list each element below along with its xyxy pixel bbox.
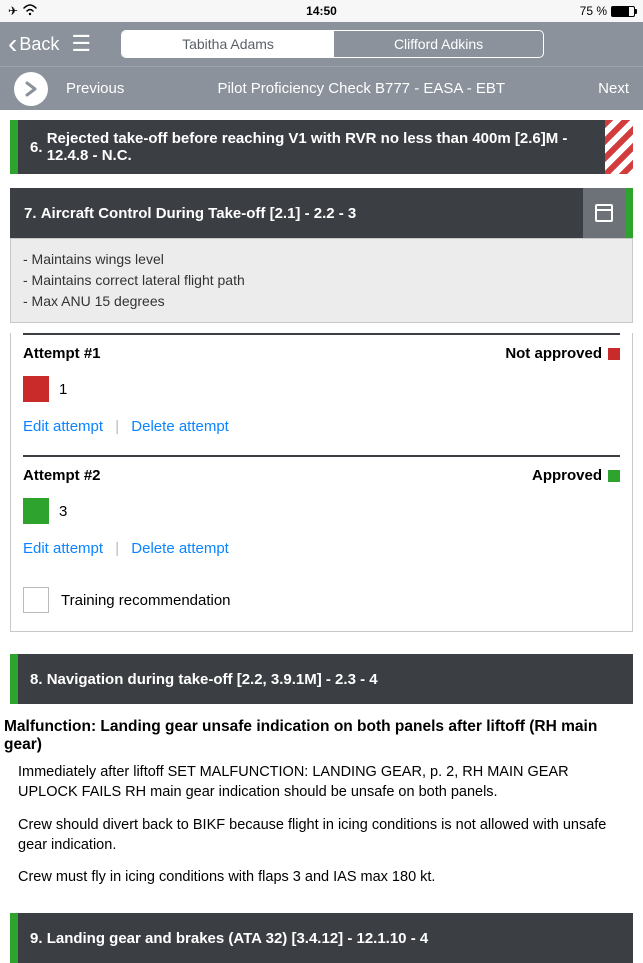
previous-button[interactable]: Previous — [66, 80, 124, 97]
status-bar: ✈︎ 14:50 75 % — [0, 0, 643, 22]
attempt-1-score-indicator — [23, 376, 49, 402]
section-7-header[interactable]: 7. Aircraft Control During Take-off [2.1… — [10, 188, 633, 238]
section-7-calendar-button[interactable] — [583, 188, 625, 238]
section-6-status-bar — [10, 120, 18, 174]
forward-circle-button[interactable] — [14, 72, 48, 106]
section-7-title: Aircraft Control During Take-off [2.1] -… — [41, 205, 357, 222]
body-p1: Immediately after liftoff SET MALFUNCTIO… — [18, 762, 625, 803]
divider: | — [115, 418, 119, 435]
next-button[interactable]: Next — [598, 80, 629, 97]
attempt-1-score: 1 — [59, 381, 67, 398]
chevron-left-icon: ‹ — [8, 30, 17, 58]
attempt-2-status-text: Approved — [532, 467, 602, 484]
attempt-2-status: Approved — [532, 467, 620, 484]
red-square-icon — [608, 348, 620, 360]
calendar-icon — [595, 204, 613, 222]
nav-bar: ‹ Back ☰ Tabitha Adams Clifford Adkins — [0, 22, 643, 66]
sub-nav-bar: Previous Pilot Proficiency Check B777 - … — [0, 66, 643, 110]
section-9-num: 9. — [30, 930, 43, 947]
content-area: 6. Rejected take-off before reaching V1 … — [0, 120, 643, 963]
status-time: 14:50 — [217, 4, 426, 18]
section-9-title: Landing gear and brakes (ATA 32) [3.4.12… — [47, 930, 429, 947]
section-7-status-bar — [625, 188, 633, 238]
section-8-title: Navigation during take-off [2.2, 3.9.1M]… — [47, 671, 378, 688]
back-button[interactable]: ‹ Back — [8, 30, 59, 58]
back-label: Back — [19, 34, 59, 55]
edit-attempt-1-link[interactable]: Edit attempt — [23, 418, 103, 435]
tab-pilot-1[interactable]: Tabitha Adams — [122, 31, 334, 57]
wifi-icon — [22, 4, 38, 19]
attempt-1-status-text: Not approved — [505, 345, 602, 362]
status-left: ✈︎ — [8, 4, 217, 19]
section-7-num: 7. — [24, 205, 37, 222]
attempts-container: Attempt #1 Not approved 1 Edit attempt |… — [10, 333, 633, 632]
attempt-2-title: Attempt #2 — [23, 467, 101, 484]
criteria-line-2: - Maintains correct lateral flight path — [23, 270, 620, 291]
criteria-line-1: - Maintains wings level — [23, 249, 620, 270]
section-8-body: 8. Navigation during take-off [2.2, 3.9.… — [18, 654, 633, 704]
attempt-1-actions: Edit attempt | Delete attempt — [11, 412, 632, 449]
malfunction-body: Immediately after liftoff SET MALFUNCTIO… — [0, 762, 643, 909]
section-6-body: 6. Rejected take-off before reaching V1 … — [18, 120, 605, 174]
section-6-num: 6. — [30, 139, 43, 156]
battery-icon — [611, 6, 635, 17]
section-7-body: 7. Aircraft Control During Take-off [2.1… — [10, 188, 583, 238]
delete-attempt-1-link[interactable]: Delete attempt — [131, 418, 229, 435]
battery-percent: 75 % — [580, 4, 607, 18]
divider: | — [115, 540, 119, 557]
attempt-1-header: Attempt #1 Not approved — [11, 335, 632, 368]
training-recommendation-label: Training recommendation — [61, 592, 231, 609]
criteria-line-3: - Max ANU 15 degrees — [23, 291, 620, 312]
training-recommendation-row: Training recommendation — [11, 571, 632, 623]
malfunction-heading: Malfunction: Landing gear unsafe indicat… — [0, 704, 643, 762]
body-p3: Crew must fly in icing conditions with f… — [18, 867, 625, 887]
training-recommendation-checkbox[interactable] — [23, 587, 49, 613]
criteria-box: - Maintains wings level - Maintains corr… — [10, 238, 633, 323]
section-6-warning-stripes — [605, 120, 633, 174]
menu-button[interactable]: ☰ — [71, 31, 91, 57]
airplane-mode-icon: ✈︎ — [8, 4, 18, 18]
attempt-2-actions: Edit attempt | Delete attempt — [11, 534, 632, 571]
delete-attempt-2-link[interactable]: Delete attempt — [131, 540, 229, 557]
attempt-1-status: Not approved — [505, 345, 620, 362]
section-6-header[interactable]: 6. Rejected take-off before reaching V1 … — [10, 120, 633, 174]
section-8-header[interactable]: 8. Navigation during take-off [2.2, 3.9.… — [10, 654, 633, 704]
section-9-status-bar — [10, 913, 18, 963]
section-6-title: Rejected take-off before reaching V1 wit… — [47, 130, 593, 164]
edit-attempt-2-link[interactable]: Edit attempt — [23, 540, 103, 557]
attempt-2-score: 3 — [59, 503, 67, 520]
status-right: 75 % — [426, 4, 635, 18]
section-9-header[interactable]: 9. Landing gear and brakes (ATA 32) [3.4… — [10, 913, 633, 963]
attempt-2-score-row: 3 — [11, 494, 632, 534]
body-p2: Crew should divert back to BIKF because … — [18, 815, 625, 856]
attempt-2-header: Attempt #2 Approved — [11, 457, 632, 490]
attempt-1-score-row: 1 — [11, 372, 632, 412]
section-9-body: 9. Landing gear and brakes (ATA 32) [3.4… — [18, 913, 633, 963]
pilot-segmented-control: Tabitha Adams Clifford Adkins — [121, 30, 544, 58]
tab-pilot-2[interactable]: Clifford Adkins — [334, 31, 543, 57]
section-8-num: 8. — [30, 671, 43, 688]
check-title: Pilot Proficiency Check B777 - EASA - EB… — [142, 80, 580, 97]
section-8-status-bar — [10, 654, 18, 704]
attempt-2-score-indicator — [23, 498, 49, 524]
attempt-1-title: Attempt #1 — [23, 345, 101, 362]
green-square-icon — [608, 470, 620, 482]
